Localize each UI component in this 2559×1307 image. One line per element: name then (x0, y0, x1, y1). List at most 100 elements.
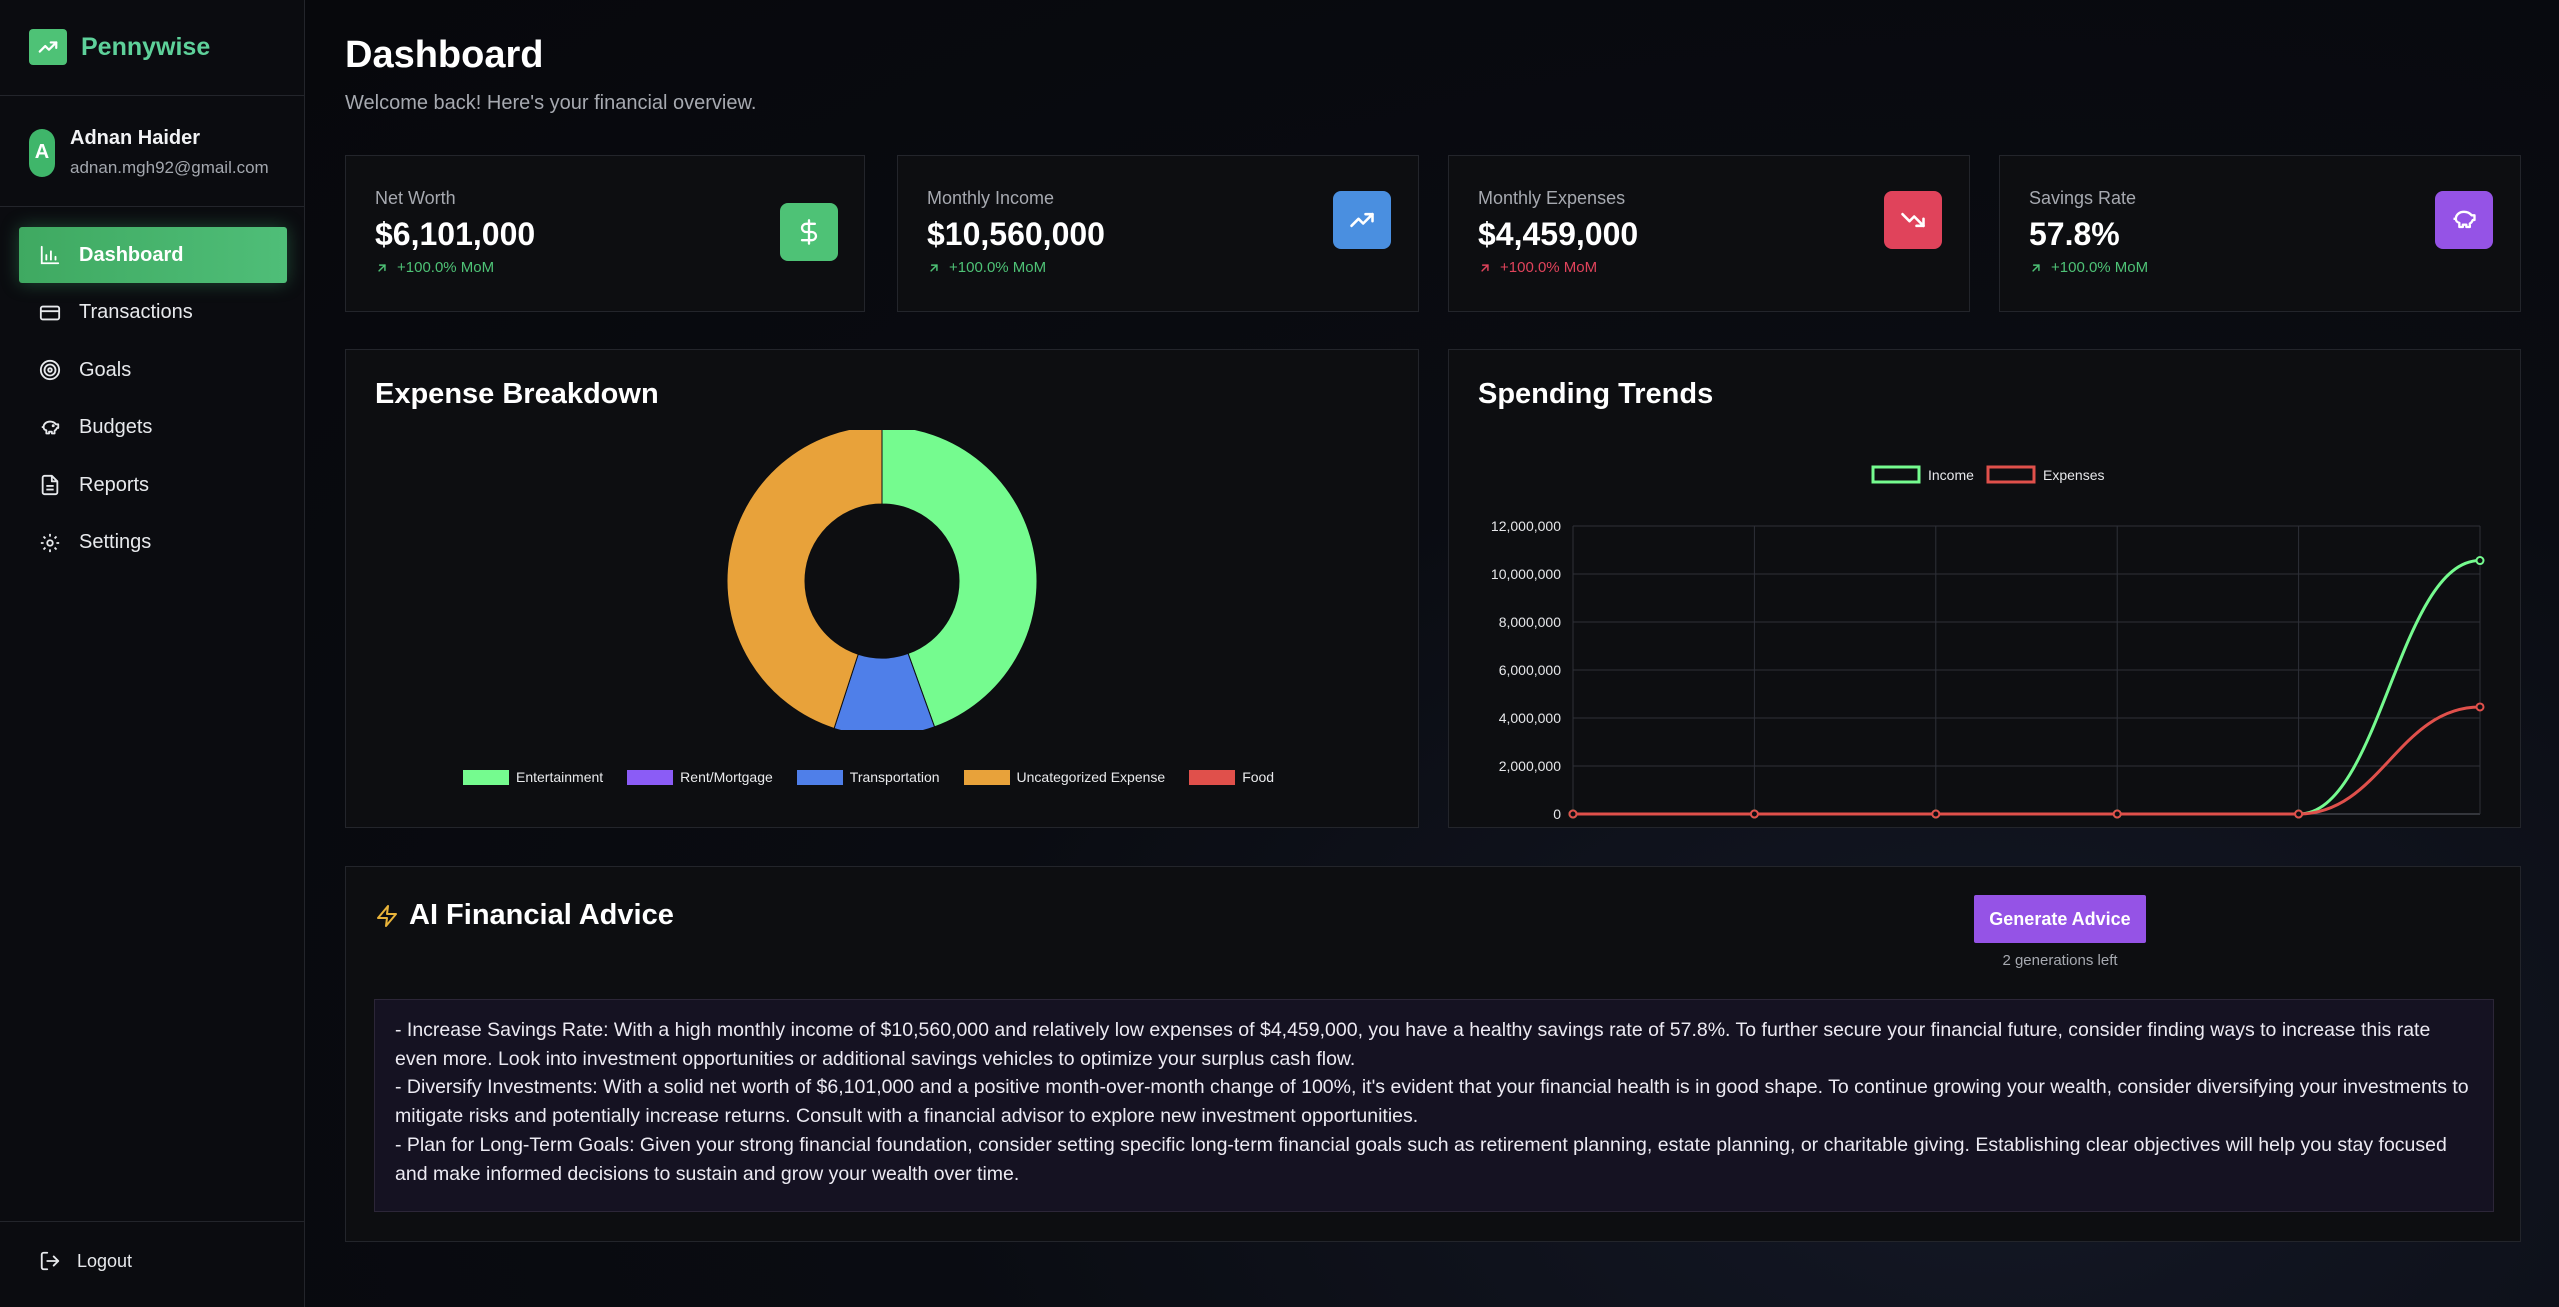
arrow-up-right-icon (1481, 263, 1489, 272)
stat-value: $6,101,000 (375, 216, 536, 252)
avatar: A (29, 128, 55, 177)
page-subtitle: Welcome back! Here's your financial over… (345, 92, 757, 114)
sidebar-item-label: Settings (79, 531, 152, 553)
sidebar-item-dashboard[interactable]: Dashboard (19, 227, 287, 283)
expense-donut-chart (726, 430, 1038, 730)
sidebar-item-budgets[interactable]: Budgets (19, 400, 287, 456)
piggy-bank-icon (41, 420, 60, 434)
user-name: Adnan Haider (70, 127, 201, 149)
legend-swatch (1189, 769, 1236, 785)
logout-icon (40, 1251, 60, 1271)
divider (0, 95, 305, 96)
data-point[interactable] (1749, 809, 1759, 819)
piggy-bank-icon (2435, 191, 2493, 249)
page-title: Dashboard (345, 34, 544, 76)
user-profile[interactable]: A Adnan Haider adnan.mgh92@gmail.com (29, 127, 269, 178)
data-point[interactable] (1931, 809, 1941, 819)
stat-change: +100.0% MoM (1478, 259, 1597, 276)
legend-item[interactable]: Uncategorized Expense (963, 769, 1165, 785)
logout-button[interactable]: Logout (39, 1250, 132, 1272)
generations-left: 2 generations left (2002, 952, 2118, 969)
legend-swatch (463, 769, 509, 785)
trending-down-icon (1884, 191, 1942, 249)
y-tick-label: 8,000,000 (1499, 614, 1561, 630)
sidebar-item-label: Reports (79, 473, 150, 496)
y-tick-label: 0 (1553, 806, 1561, 820)
data-point[interactable] (1568, 809, 1578, 819)
sidebar-item-reports[interactable]: Reports (19, 457, 287, 513)
app-name: Pennywise (81, 32, 211, 61)
donut-legend: Entertainment Rent/Mortgage Transportation… (463, 769, 1298, 785)
data-point[interactable] (2475, 556, 2485, 566)
legend-swatch (796, 769, 843, 785)
sidebar-item-label: Dashboard (79, 243, 184, 266)
legend-label[interactable]: Income (1928, 467, 1974, 483)
series-line (1572, 705, 2481, 816)
logout-label: Logout (77, 1250, 133, 1271)
sidebar: Pennywise A Adnan Haider adnan.mgh92@gma… (0, 0, 305, 1307)
main-content: Dashboard Welcome back! Here's your fina… (305, 0, 2559, 1307)
stat-change: +100.0% MoM (2029, 259, 2148, 276)
stat-value: $10,560,000 (927, 216, 1105, 252)
user-email: adnan.mgh92@gmail.com (70, 158, 269, 177)
stat-value: 57.8% (2029, 216, 2120, 252)
stat-change: +100.0% MoM (375, 259, 494, 276)
stat-card-net-worth: Net Worth $6,101,000 +100.0% MoM (345, 155, 865, 312)
legend-label: Rent/Mortgage (680, 769, 773, 785)
data-point[interactable] (2294, 809, 2304, 819)
y-tick-label: 10,000,000 (1491, 566, 1561, 582)
arrow-up-right-icon (930, 263, 938, 272)
spending-trends-line-chart: 0 2,000,000 4,000,000 6,000,000 8,000,000 10,… (1491, 465, 2485, 820)
advice-header: AI Financial Advice (375, 899, 674, 932)
advice-content: - Increase Savings Rate: With a high mon… (374, 999, 2494, 1212)
advice-item: - Plan for Long-Term Goals: Given your s… (395, 1133, 2447, 1185)
spending-trends-card: Spending Trends 0 2,000,000 4,000,000 6,000… (1448, 349, 2521, 828)
legend-item[interactable]: Entertainment (463, 769, 603, 785)
advice-title: AI Financial Advice (409, 899, 674, 931)
sidebar-item-transactions[interactable]: Transactions (19, 285, 287, 341)
legend-label: Transportation (849, 769, 940, 785)
data-point[interactable] (2112, 809, 2122, 819)
sidebar-item-label: Budgets (79, 416, 153, 438)
divider (0, 206, 305, 207)
stat-change: +100.0% MoM (927, 259, 1046, 276)
brand[interactable]: Pennywise (29, 29, 210, 65)
stat-label: Monthly Expenses (1478, 188, 1626, 208)
generate-advice-button[interactable]: Generate Advice (1974, 895, 2146, 943)
legend-swatch (627, 769, 674, 785)
stat-card-savings-rate: Savings Rate 57.8% +100.0% MoM (1999, 155, 2521, 312)
legend-item[interactable]: Transportation (796, 769, 940, 785)
legend-swatch (1986, 465, 2036, 484)
arrow-up-right-icon (378, 263, 386, 272)
y-tick-label: 6,000,000 (1499, 662, 1561, 678)
legend-swatch (1871, 465, 1921, 484)
gear-icon (40, 533, 60, 552)
y-tick-label: 12,000,000 (1491, 518, 1561, 534)
sidebar-nav: Dashboard Transactions Goals Budgets Rep… (19, 227, 287, 572)
legend-item[interactable]: Rent/Mortgage (627, 769, 773, 785)
trending-up-icon (29, 29, 67, 65)
card-title: Expense Breakdown (375, 378, 659, 410)
target-icon (39, 359, 61, 381)
legend-swatch (963, 769, 1010, 785)
sidebar-item-label: Transactions (79, 301, 193, 323)
y-tick-label: 2,000,000 (1499, 758, 1561, 774)
sidebar-item-label: Goals (79, 358, 132, 381)
legend-item[interactable]: Food (1189, 769, 1274, 785)
stat-label: Savings Rate (2029, 188, 2137, 208)
lightning-icon (377, 904, 397, 927)
legend-label: Food (1242, 769, 1275, 785)
sidebar-item-settings[interactable]: Settings (19, 515, 287, 571)
bar-chart-icon (40, 245, 60, 265)
stat-label: Net Worth (375, 188, 456, 208)
arrow-up-right-icon (2032, 263, 2040, 272)
expense-breakdown-card: Expense Breakdown Entertainment Rent/Mort… (345, 349, 1419, 828)
series-line (1572, 559, 2481, 816)
sidebar-item-goals[interactable]: Goals (19, 342, 287, 398)
divider (0, 1221, 305, 1222)
data-point[interactable] (2475, 702, 2485, 712)
stat-value: $4,459,000 (1478, 216, 1639, 252)
stat-card-monthly-income: Monthly Income $10,560,000 +100.0% MoM (897, 155, 1419, 312)
legend-label[interactable]: Expenses (2043, 467, 2104, 483)
file-text-icon (41, 474, 59, 496)
